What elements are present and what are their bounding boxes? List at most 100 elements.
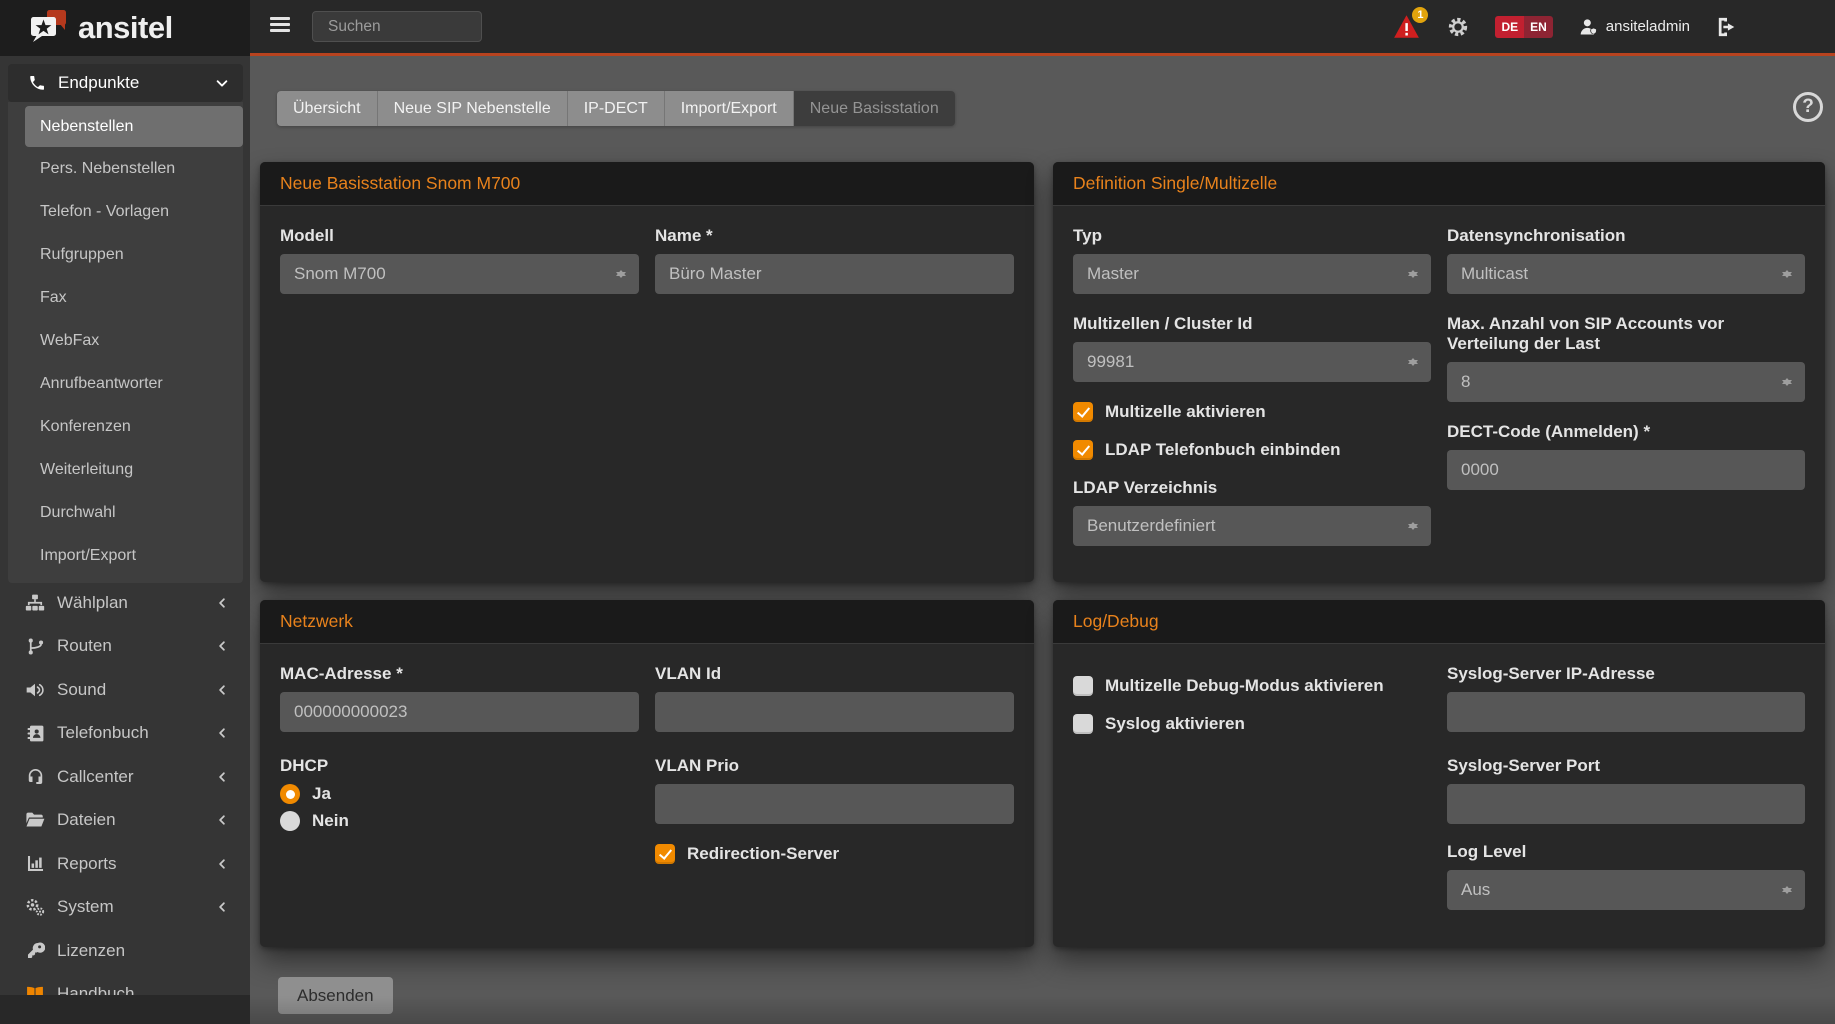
sidebar-item-label: Telefonbuch [57,723,149,743]
redirection-server-label: Redirection-Server [687,844,839,864]
sidebar-item-telefonbuch[interactable]: Telefonbuch [0,712,250,756]
ldap-telefonbuch-row: LDAP Telefonbuch einbinden [1073,440,1431,460]
modell-select-value: Snom M700 [294,264,386,284]
cluster-id-select-value: 99981 [1087,352,1134,372]
sidebar-item-telefon-vorlagen[interactable]: Telefon - Vorlagen [8,190,243,233]
panel-title: Log/Debug [1053,600,1825,644]
max-sip-accounts-select[interactable]: 8 [1447,362,1805,402]
sidebar-item-rufgruppen[interactable]: Rufgruppen [8,233,243,276]
lang-de-button[interactable]: DE [1495,16,1524,38]
datensynchronisation-select-value: Multicast [1461,264,1528,284]
name-input[interactable] [655,254,1014,294]
tab-ip-dect[interactable]: IP-DECT [568,91,665,126]
typ-select-value: Master [1087,264,1139,284]
settings-gear-icon[interactable] [1447,16,1469,38]
debug-modus-checkbox[interactable] [1073,676,1093,696]
sidebar-toggle-button[interactable] [270,17,290,33]
alerts-button[interactable]: 1 [1393,14,1421,40]
syslog-aktivieren-checkbox[interactable] [1073,714,1093,734]
dhcp-ja-row: Ja [280,784,639,804]
bar-chart-icon [24,854,46,874]
sidebar-item-konferenzen[interactable]: Konferenzen [8,405,243,448]
chevron-left-icon [216,771,228,783]
brand-logo[interactable]: ansitel [0,0,250,56]
sidebar-item-nebenstellen[interactable]: Nebenstellen [25,106,243,147]
sidebar-item-lizenzen[interactable]: Lizenzen [0,929,250,973]
panel-title: Definition Single/Multizelle [1053,162,1825,206]
sidebar-item-label: System [57,897,114,917]
vlan-id-input[interactable] [655,692,1014,732]
mac-adresse-label: MAC-Adresse * [280,664,639,684]
vlan-prio-input[interactable] [655,784,1014,824]
sitemap-icon [24,593,46,613]
sidebar-item-import-export[interactable]: Import/Export [8,534,243,577]
log-level-select[interactable]: Aus [1447,870,1805,910]
submit-button[interactable]: Absenden [278,977,393,1014]
datensynchronisation-label: Datensynchronisation [1447,226,1805,246]
sidebar-item-endpunkte[interactable]: Endpunkte [8,64,243,102]
help-icon[interactable]: ? [1793,92,1823,122]
tab-bar: Übersicht Neue SIP Nebenstelle IP-DECT I… [277,91,955,126]
sidebar-item-weiterleitung[interactable]: Weiterleitung [8,448,243,491]
sidebar-item-label: Dateien [57,810,116,830]
cluster-id-select[interactable]: 99981 [1073,342,1431,382]
sidebar-item-anrufbeantworter[interactable]: Anrufbeantworter [8,362,243,405]
tab-neue-sip-nebenstelle[interactable]: Neue SIP Nebenstelle [378,91,568,126]
sidebar-item-webfax[interactable]: WebFax [8,319,243,362]
tab-import-export[interactable]: Import/Export [665,91,794,126]
user-menu[interactable]: ansiteladmin [1579,17,1690,37]
dhcp-nein-label: Nein [312,811,349,831]
user-admin-icon [1579,17,1599,37]
panel-title: Netzwerk [260,600,1034,644]
sidebar-item-system[interactable]: System [0,886,250,930]
chevron-left-icon [216,727,228,739]
sidebar-item-pers-nebenstellen[interactable]: Pers. Nebenstellen [8,147,243,190]
tab-uebersicht[interactable]: Übersicht [277,91,378,126]
ldap-verzeichnis-select[interactable]: Benutzerdefiniert [1073,506,1431,546]
mac-adresse-input[interactable] [280,692,639,732]
sidebar-item-label: Wählplan [57,593,128,613]
phone-icon [28,74,46,92]
sidebar-item-durchwahl[interactable]: Durchwahl [8,491,243,534]
brand-logo-icon [26,8,72,48]
multizelle-aktivieren-checkbox[interactable] [1073,402,1093,422]
datensynchronisation-select[interactable]: Multicast [1447,254,1805,294]
syslog-port-input[interactable] [1447,784,1805,824]
panel-netzwerk: Netzwerk MAC-Adresse * DHCP Ja Nein [260,600,1034,947]
vlan-prio-label: VLAN Prio [655,756,1014,776]
endpunkte-submenu: Nebenstellen Pers. Nebenstellen Telefon … [8,102,243,583]
tab-neue-basisstation[interactable]: Neue Basisstation [794,91,955,126]
search-input[interactable] [312,11,482,42]
select-caret-icon [1408,354,1418,370]
chevron-left-icon [216,597,228,609]
sidebar-item-label: Lizenzen [57,941,125,961]
dect-code-input[interactable] [1447,450,1805,490]
redirection-server-checkbox[interactable] [655,844,675,864]
address-book-icon [24,723,46,743]
typ-select[interactable]: Master [1073,254,1431,294]
syslog-ip-input[interactable] [1447,692,1805,732]
sidebar-item-label: Endpunkte [58,73,139,93]
sidebar-item-callcenter[interactable]: Callcenter [0,755,250,799]
sidebar-item-fax[interactable]: Fax [8,276,243,319]
sidebar-item-routen[interactable]: Routen [0,625,250,669]
chevron-left-icon [216,901,228,913]
brand-name: ansitel [78,10,173,46]
dhcp-label: DHCP [280,756,639,776]
modell-select[interactable]: Snom M700 [280,254,639,294]
sidebar-item-sound[interactable]: Sound [0,668,250,712]
select-caret-icon [1782,266,1792,282]
chevron-left-icon [216,640,228,652]
app-root: 1 DE EN ansiteladmin [0,0,1835,1024]
ldap-telefonbuch-checkbox[interactable] [1073,440,1093,460]
lang-en-button[interactable]: EN [1524,16,1553,38]
select-caret-icon [1408,518,1418,534]
ldap-telefonbuch-label: LDAP Telefonbuch einbinden [1105,440,1341,460]
dhcp-nein-radio[interactable] [280,811,300,831]
sidebar-item-dateien[interactable]: Dateien [0,799,250,843]
sidebar-item-reports[interactable]: Reports [0,842,250,886]
main-content: Übersicht Neue SIP Nebenstelle IP-DECT I… [250,56,1835,1024]
dhcp-ja-radio[interactable] [280,784,300,804]
sidebar-item-waehlplan[interactable]: Wählplan [0,581,250,625]
logout-icon[interactable] [1716,17,1738,37]
